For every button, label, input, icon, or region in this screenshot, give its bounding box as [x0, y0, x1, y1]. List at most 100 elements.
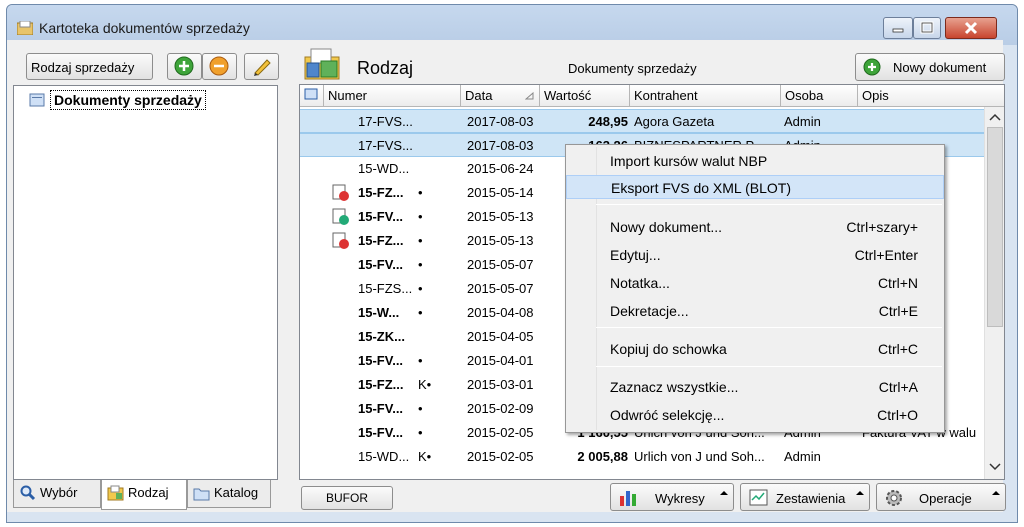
document-warning-icon	[332, 184, 349, 201]
menu-item-decrees[interactable]: Dekretacje... Ctrl+E	[566, 299, 944, 323]
menu-item-label: Odwróć selekcję...	[610, 407, 725, 423]
documents-kind-icon	[304, 48, 340, 80]
cell-mark: •	[418, 233, 423, 248]
minus-circle-icon	[209, 56, 229, 76]
tab-kind[interactable]: Rodzaj	[101, 480, 187, 510]
scroll-up-icon[interactable]	[989, 113, 1001, 121]
bufor-label: BUFOR	[326, 491, 368, 505]
cell-date: 2017-08-03	[467, 114, 534, 129]
cell-date: 2015-03-01	[467, 377, 534, 392]
scroll-thumb[interactable]	[987, 127, 1003, 327]
cell-date: 2015-05-14	[467, 185, 534, 200]
reports-label: Zestawienia	[776, 491, 846, 506]
menu-item-copy-to-clipboard[interactable]: Kopiuj do schowka Ctrl+C	[566, 337, 944, 361]
cell-mark: K•	[418, 377, 432, 392]
kind-header-label: Rodzaj	[357, 58, 414, 78]
minimize-button[interactable]	[883, 17, 913, 39]
cell-mark: K•	[418, 449, 432, 464]
menu-item-shortcut: Ctrl+E	[878, 303, 918, 319]
cell-date: 2015-02-09	[467, 401, 534, 416]
column-description[interactable]: Opis	[858, 85, 1004, 107]
cell-num: 15-ZK...	[358, 329, 405, 344]
close-button[interactable]	[945, 17, 997, 39]
menu-item-label: Kopiuj do schowka	[610, 341, 727, 357]
menu-item-note[interactable]: Notatka... Ctrl+N	[566, 271, 944, 295]
plus-circle-icon	[863, 58, 881, 76]
document-ok-icon	[332, 208, 349, 225]
cell-date: 2017-08-03	[467, 138, 534, 153]
column-person[interactable]: Osoba	[781, 85, 858, 107]
tab-catalog[interactable]: Katalog	[187, 480, 271, 508]
gear-icon	[886, 490, 902, 506]
add-button[interactable]	[167, 53, 202, 80]
table-row[interactable]: 15-WD... K• 2015-02-05 2 005,88 Urlich von J…	[300, 445, 988, 469]
operations-label: Operacje	[919, 491, 972, 506]
charts-label: Wykresy	[655, 491, 705, 506]
operations-button[interactable]: Operacje	[876, 483, 1006, 511]
bufor-button[interactable]: BUFOR	[301, 486, 393, 510]
plus-circle-icon	[174, 56, 194, 76]
report-icon	[749, 489, 768, 506]
cell-person: Admin	[784, 114, 821, 129]
cell-num: 15-WD...	[358, 449, 410, 464]
column-number[interactable]: Numer	[324, 85, 461, 107]
menu-item-select-all[interactable]: Zaznacz wszystkie... Ctrl+A	[566, 375, 944, 399]
column-value[interactable]: Wartość	[540, 85, 630, 107]
maximize-button[interactable]	[913, 17, 941, 39]
menu-item-label: Edytuj...	[610, 247, 661, 263]
charts-button[interactable]: Wykresy	[610, 483, 734, 511]
cell-date: 2015-02-05	[467, 449, 534, 464]
title-bar: Kartoteka dokumentów sprzedaży	[7, 5, 1017, 45]
cell-date: 2015-04-01	[467, 353, 534, 368]
cell-num: 17-FVS...	[358, 138, 413, 153]
minimize-icon	[892, 28, 904, 33]
menu-separator	[596, 327, 942, 328]
menu-item-edit[interactable]: Edytuj... Ctrl+Enter	[566, 243, 944, 267]
cell-date: 2015-05-07	[467, 257, 534, 272]
folder-icon	[29, 93, 45, 107]
cell-num: 15-FZ...	[358, 233, 404, 248]
cell-mark: •	[418, 257, 423, 272]
cell-person: Admin	[784, 449, 821, 464]
menu-item-export-fvs-xml[interactable]: Eksport FVS do XML (BLOT)	[566, 175, 944, 199]
edit-button[interactable]	[244, 53, 279, 80]
menu-item-shortcut: Ctrl+C	[877, 341, 918, 357]
cell-date: 2015-04-05	[467, 329, 534, 344]
cell-num: 15-FV...	[358, 401, 404, 416]
menu-item-label: Notatka...	[610, 275, 670, 291]
cell-num: 15-FV...	[358, 209, 404, 224]
menu-item-shortcut: Ctrl+szary+	[846, 219, 918, 235]
menu-item-shortcut: Ctrl+O	[877, 407, 918, 423]
menu-item-invert-selection[interactable]: Odwróć selekcję... Ctrl+O	[566, 403, 944, 427]
tab-selection[interactable]: Wybór	[13, 480, 101, 508]
select-all-column[interactable]	[300, 85, 324, 107]
menu-item-import-nbp-rates[interactable]: Import kursów walut NBP	[566, 149, 944, 173]
sales-type-button[interactable]: Rodzaj sprzedaży	[26, 53, 153, 80]
menu-separator	[596, 204, 942, 205]
vertical-scrollbar[interactable]	[984, 107, 1004, 479]
column-contractor[interactable]: Kontrahent	[630, 85, 781, 107]
tab-selection-label: Wybór	[40, 485, 78, 500]
table-row[interactable]: 17-FVS... 2017-08-03 248,95 Agora Gazeta Adm…	[300, 109, 988, 133]
cell-date: 2015-05-13	[467, 233, 534, 248]
column-date[interactable]: Data	[461, 85, 540, 107]
pencil-icon	[254, 59, 271, 76]
scroll-down-icon[interactable]	[989, 463, 1001, 471]
window-title: Kartoteka dokumentów sprzedaży	[39, 20, 250, 36]
reports-button[interactable]: Zestawienia	[740, 483, 870, 511]
type-tree[interactable]	[13, 85, 278, 480]
new-document-button[interactable]: Nowy dokument	[855, 53, 1005, 81]
menu-item-new-document[interactable]: Nowy dokument... Ctrl+szary+	[566, 215, 944, 239]
app-icon	[17, 21, 33, 35]
tree-item-sales-documents[interactable]: Dokumenty sprzedaży	[50, 90, 206, 110]
bar-chart-icon	[620, 491, 636, 506]
new-document-label: Nowy dokument	[893, 60, 987, 75]
remove-button[interactable]	[202, 53, 237, 80]
cell-mark: •	[418, 401, 423, 416]
caret-up-icon	[720, 491, 728, 495]
maximize-icon	[920, 21, 934, 34]
cell-num: 15-FZ...	[358, 185, 404, 200]
menu-item-shortcut: Ctrl+N	[877, 275, 918, 291]
menu-item-label: Import kursów walut NBP	[610, 153, 768, 169]
cell-date: 2015-02-05	[467, 425, 534, 440]
